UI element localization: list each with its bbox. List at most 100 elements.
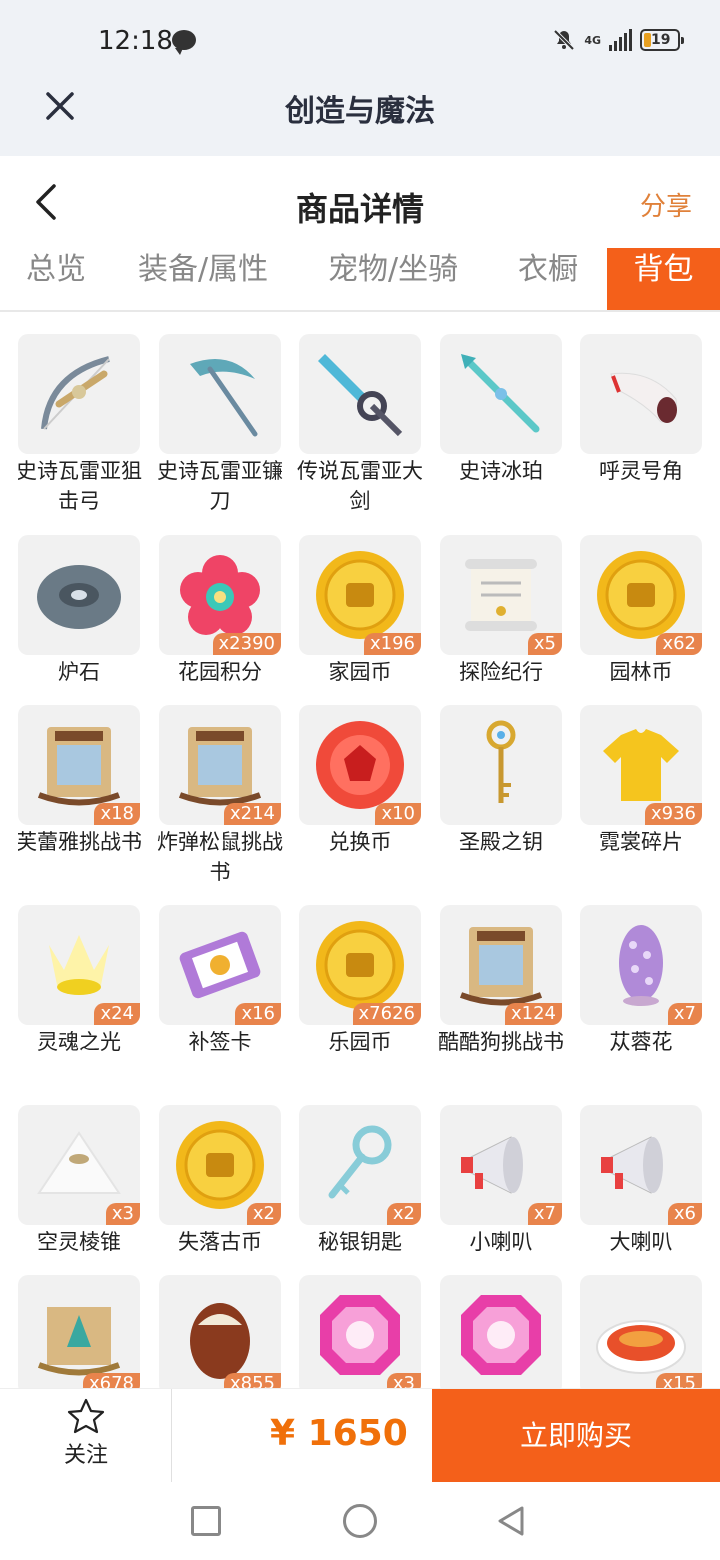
- item-name: 史诗瓦雷亚狙击弓: [18, 459, 142, 513]
- inventory-item[interactable]: 炉石: [18, 535, 140, 687]
- inventory-item[interactable]: x18 芙蕾雅挑战书: [18, 705, 142, 857]
- item-name: 探险纪行: [459, 660, 543, 684]
- item-tile[interactable]: [18, 334, 140, 454]
- inventory-item[interactable]: x15: [580, 1275, 702, 1388]
- item-name: 史诗瓦雷亚镰刀: [157, 459, 283, 513]
- item-tile[interactable]: x2: [159, 1105, 281, 1225]
- item-count-badge: x7: [527, 1203, 562, 1225]
- inventory-item[interactable]: x196 家园币: [299, 535, 421, 687]
- inventory-item[interactable]: x3: [299, 1275, 421, 1388]
- inventory-item[interactable]: x7 苁蓉花: [580, 905, 702, 1057]
- red-coin-icon: [316, 721, 404, 809]
- item-tile[interactable]: x214: [159, 705, 281, 825]
- item-tile[interactable]: x15: [580, 1275, 702, 1388]
- item-tile[interactable]: [440, 1275, 562, 1388]
- inventory-item[interactable]: [440, 1275, 562, 1388]
- inventory-item[interactable]: x24 灵魂之光: [18, 905, 140, 1057]
- item-tile[interactable]: [299, 334, 421, 454]
- soul-light-icon: [49, 935, 109, 995]
- item-tile[interactable]: x18: [18, 705, 140, 825]
- inventory-item[interactable]: x5 探险纪行: [440, 535, 562, 687]
- buy-now-button[interactable]: 立即购买: [432, 1389, 720, 1483]
- inventory-item[interactable]: x62 园林币: [580, 535, 702, 687]
- item-count-badge: x62: [656, 633, 702, 655]
- signal-icon: [609, 29, 632, 51]
- home-icon[interactable]: [343, 1504, 377, 1538]
- inventory-item[interactable]: x2390 花园积分: [159, 535, 281, 687]
- inventory-item[interactable]: 史诗冰珀: [440, 334, 562, 486]
- item-count-badge: x2: [386, 1203, 421, 1225]
- tab-wardrobe[interactable]: 衣橱: [518, 248, 578, 310]
- tab-backpack[interactable]: 背包: [607, 248, 720, 310]
- item-tile[interactable]: x62: [580, 535, 702, 655]
- inventory-item[interactable]: x16 补签卡: [159, 905, 281, 1057]
- inventory-item[interactable]: x678: [18, 1275, 140, 1388]
- item-tile[interactable]: x7626: [299, 905, 421, 1025]
- inventory-item[interactable]: 传说瓦雷亚大剑: [297, 334, 423, 516]
- battery-icon: 19: [640, 29, 684, 51]
- inventory-item[interactable]: x2 失落古币: [159, 1105, 281, 1257]
- inventory-item[interactable]: x10 兑换币: [299, 705, 421, 857]
- tab-equipment[interactable]: 装备/属性: [138, 248, 268, 310]
- item-tile[interactable]: x24: [18, 905, 140, 1025]
- item-count-badge: x10: [375, 803, 421, 825]
- item-tile[interactable]: x16: [159, 905, 281, 1025]
- gold-scroll-icon: [37, 1307, 121, 1376]
- tab-pets[interactable]: 宠物/坐骑: [328, 248, 458, 310]
- item-name: 兑换币: [328, 830, 392, 854]
- inventory-item[interactable]: 呼灵号角: [580, 334, 702, 486]
- shirt-icon: [603, 729, 679, 801]
- inventory-item[interactable]: 史诗瓦雷亚狙击弓: [18, 334, 142, 516]
- item-tile[interactable]: x10: [299, 705, 421, 825]
- share-button[interactable]: 分享: [640, 186, 692, 223]
- gem-icon: [320, 1295, 400, 1375]
- system-nav-bar: [0, 1482, 720, 1560]
- item-count-badge: x124: [504, 1003, 562, 1025]
- megaphone-icon: [601, 1136, 663, 1194]
- item-tile[interactable]: [580, 334, 702, 454]
- inventory-item[interactable]: x855: [159, 1275, 281, 1388]
- item-tile[interactable]: x3: [18, 1105, 140, 1225]
- item-tile[interactable]: [440, 705, 562, 825]
- item-tile[interactable]: x855: [159, 1275, 281, 1388]
- detail-nav: 商品详情 分享: [0, 156, 720, 248]
- item-tile[interactable]: [440, 334, 562, 454]
- item-count-badge: x5: [527, 633, 562, 655]
- follow-button[interactable]: 关注: [36, 1397, 136, 1469]
- item-tile[interactable]: x7: [440, 1105, 562, 1225]
- inventory-item[interactable]: x936 霓裳碎片: [580, 705, 702, 857]
- item-tile[interactable]: x124: [440, 905, 562, 1025]
- inventory-item[interactable]: x6 大喇叭: [580, 1105, 702, 1257]
- inventory-item[interactable]: x214 炸弹松鼠挑战书: [157, 705, 283, 887]
- item-tile[interactable]: x2390: [159, 535, 281, 655]
- item-tile[interactable]: [159, 334, 281, 454]
- scroll-icon: [465, 559, 537, 631]
- inventory-item[interactable]: x7 小喇叭: [440, 1105, 562, 1257]
- inventory-item[interactable]: x2 秘银钥匙: [299, 1105, 421, 1257]
- item-name: 芙蕾雅挑战书: [18, 830, 142, 854]
- inventory-item[interactable]: 史诗瓦雷亚镰刀: [157, 334, 283, 516]
- item-tile[interactable]: x2: [299, 1105, 421, 1225]
- item-tile[interactable]: x6: [580, 1105, 702, 1225]
- inventory-item[interactable]: x124 酷酷狗挑战书: [438, 905, 564, 1057]
- item-count-badge: x7626: [352, 1003, 421, 1025]
- item-tile[interactable]: [18, 535, 140, 655]
- item-tile[interactable]: x7: [580, 905, 702, 1025]
- recent-apps-icon[interactable]: [191, 1506, 221, 1536]
- item-tile[interactable]: x936: [580, 705, 702, 825]
- item-tile[interactable]: x5: [440, 535, 562, 655]
- status-time: 12:18: [98, 26, 173, 56]
- item-name: 传说瓦雷亚大剑: [297, 459, 423, 513]
- item-name: 补签卡: [188, 1030, 252, 1054]
- item-tile[interactable]: x196: [299, 535, 421, 655]
- item-count-badge: x678: [82, 1373, 140, 1388]
- back-triangle-icon[interactable]: [494, 1504, 528, 1538]
- inventory-item[interactable]: x3 空灵棱锥: [18, 1105, 140, 1257]
- tab-overview[interactable]: 总览: [26, 248, 86, 310]
- item-tile[interactable]: x678: [18, 1275, 140, 1388]
- app-header: 创造与魔法: [0, 84, 720, 156]
- inventory-item[interactable]: 圣殿之钥: [440, 705, 562, 857]
- inventory-item[interactable]: x7626 乐园币: [299, 905, 421, 1057]
- item-tile[interactable]: x3: [299, 1275, 421, 1388]
- item-name: 炉石: [58, 660, 100, 684]
